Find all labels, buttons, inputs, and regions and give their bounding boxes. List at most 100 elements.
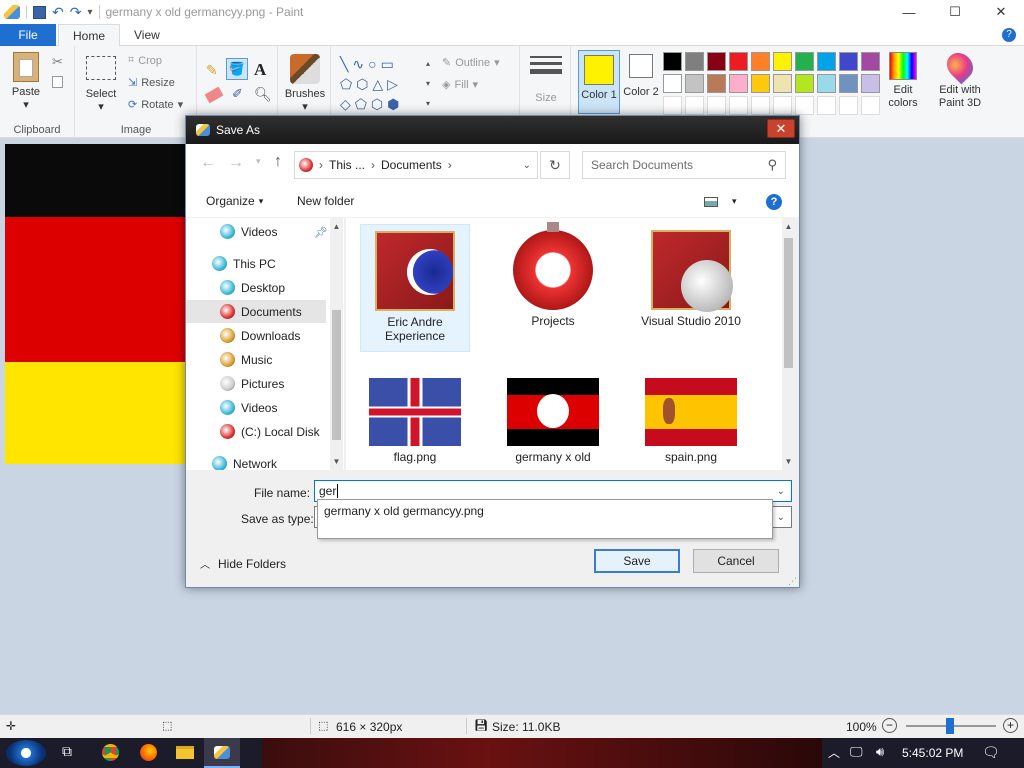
color2-button[interactable]: Color 2: [622, 54, 660, 99]
file-item-projects[interactable]: Projects: [498, 222, 608, 328]
palette-swatch[interactable]: [817, 74, 836, 93]
cancel-button[interactable]: Cancel: [693, 549, 779, 573]
palette-swatch[interactable]: [707, 52, 726, 71]
palette-swatch[interactable]: [795, 52, 814, 71]
copy-icon[interactable]: [52, 76, 63, 88]
nav-item-pictures[interactable]: Pictures: [186, 372, 330, 395]
address-dropdown-icon[interactable]: ⌄: [523, 160, 531, 171]
pin-icon[interactable]: 📌︎: [314, 226, 328, 239]
redo-icon[interactable]: ↷: [70, 4, 82, 21]
help-dialog-icon[interactable]: ?: [766, 194, 782, 210]
file-item-visual-studio[interactable]: Visual Studio 2010: [636, 224, 746, 328]
help-icon[interactable]: ?: [1002, 28, 1016, 42]
resize-grip-icon[interactable]: ⋰: [788, 576, 797, 587]
notifications-icon[interactable]: 🗨︎: [982, 744, 1000, 761]
file-item-eric-andre[interactable]: Eric Andre Experience: [360, 224, 470, 352]
nav-item-downloads[interactable]: Downloads: [186, 324, 330, 347]
paste-button[interactable]: Paste ▾: [6, 52, 46, 112]
start-button[interactable]: [6, 740, 46, 766]
nav-item-desktop[interactable]: Desktop: [186, 276, 330, 299]
shapes-scroll[interactable]: ▴ ▾ ▾: [426, 54, 430, 114]
paint-app-icon[interactable]: [4, 5, 20, 19]
palette-swatch[interactable]: [729, 96, 748, 115]
hide-folders-button[interactable]: ︿ Hide Folders: [200, 556, 286, 572]
save-icon[interactable]: [33, 5, 46, 19]
palette-swatch[interactable]: [729, 52, 748, 71]
view-options-button[interactable]: ▾: [704, 196, 737, 207]
search-input[interactable]: Search Documents ⚲: [582, 151, 786, 179]
palette-swatch[interactable]: [839, 96, 858, 115]
breadcrumb-this-pc[interactable]: This ...: [329, 158, 365, 172]
color1-button[interactable]: Color 1: [578, 50, 620, 114]
palette-swatch[interactable]: [839, 52, 858, 71]
palette-swatch[interactable]: [707, 74, 726, 93]
paint-taskbar-button[interactable]: [204, 738, 240, 768]
tab-view[interactable]: View: [120, 24, 174, 46]
resize-button[interactable]: ⇲ Resize: [128, 76, 175, 90]
show-hidden-icons[interactable]: ︿: [828, 744, 840, 761]
palette-swatch[interactable]: [751, 74, 770, 93]
nav-item-documents[interactable]: Documents: [186, 300, 326, 323]
nav-item-this-pc[interactable]: This PC: [186, 252, 330, 275]
breadcrumb-documents[interactable]: Documents: [381, 158, 442, 172]
shapes-gallery[interactable]: ╲∿○▭ ⬠⬡△▷ ◇⬠⬡⬢: [340, 54, 436, 116]
recent-locations-icon[interactable]: ▾: [256, 156, 261, 167]
chrome-icon[interactable]: [102, 744, 119, 761]
file-explorer-icon[interactable]: [176, 746, 194, 759]
outline-button[interactable]: ✎ Outline ▾: [442, 56, 500, 70]
fill-bucket-icon[interactable]: 🪣: [226, 58, 248, 80]
maximize-button[interactable]: ☐: [932, 0, 978, 24]
palette-swatch[interactable]: [751, 52, 770, 71]
palette-swatch[interactable]: [685, 96, 704, 115]
brushes-button[interactable]: Brushes ▾: [283, 54, 327, 114]
nav-scroll-thumb[interactable]: [332, 310, 341, 440]
palette-swatch[interactable]: [861, 74, 880, 93]
file-name-dropdown-icon[interactable]: ⌄: [777, 486, 785, 497]
palette-swatch[interactable]: [663, 52, 682, 71]
dialog-close-button[interactable]: ✕: [767, 119, 795, 138]
up-icon[interactable]: ↑: [274, 153, 282, 171]
zoom-slider-thumb[interactable]: [946, 718, 954, 734]
save-as-type-dropdown-icon[interactable]: ⌄: [777, 512, 785, 523]
tab-file[interactable]: File: [0, 24, 56, 46]
palette-swatch[interactable]: [773, 96, 792, 115]
back-icon[interactable]: ←: [200, 154, 216, 172]
palette-swatch[interactable]: [795, 96, 814, 115]
edit-colors-button[interactable]: Edit colors: [884, 52, 922, 110]
clock[interactable]: 5:45:02 PM: [902, 746, 963, 760]
palette-swatch[interactable]: [773, 52, 792, 71]
nav-item-network[interactable]: Network: [186, 452, 330, 470]
palette-swatch[interactable]: [707, 96, 726, 115]
color-picker-icon[interactable]: ✐: [232, 86, 243, 102]
zoom-in-icon[interactable]: +: [1003, 718, 1018, 733]
address-bar[interactable]: › This ... › Documents › ⌄: [294, 151, 538, 179]
organize-button[interactable]: Organize ▾: [206, 194, 263, 208]
rotate-button[interactable]: ⟳ Rotate ▾: [128, 98, 183, 112]
palette-swatch[interactable]: [817, 52, 836, 71]
magnifier-icon[interactable]: 🔍︎: [254, 86, 272, 103]
eraser-icon[interactable]: [204, 86, 224, 104]
save-button[interactable]: Save: [594, 549, 680, 573]
size-button[interactable]: Size: [527, 56, 565, 105]
palette-swatch[interactable]: [685, 52, 704, 71]
crop-button[interactable]: ⌗ Crop: [128, 54, 162, 67]
palette-swatch[interactable]: [751, 96, 770, 115]
palette-swatch[interactable]: [795, 74, 814, 93]
undo-icon[interactable]: ↶: [52, 4, 64, 21]
forward-icon[interactable]: →: [228, 154, 244, 172]
nav-item-videos[interactable]: Videos: [186, 396, 330, 419]
palette-swatch[interactable]: [773, 74, 792, 93]
nav-item-music[interactable]: Music: [186, 348, 330, 371]
edit-paint3d-button[interactable]: Edit with Paint 3D: [932, 47, 988, 110]
close-button[interactable]: ✕: [978, 0, 1024, 24]
palette-swatch[interactable]: [817, 96, 836, 115]
pencil-icon[interactable]: ✎: [206, 62, 218, 79]
tab-home[interactable]: Home: [58, 24, 121, 47]
file-item-flag[interactable]: flag.png: [360, 378, 470, 464]
palette-swatch[interactable]: [839, 74, 858, 93]
select-button[interactable]: Select ▾: [82, 56, 120, 114]
palette-swatch[interactable]: [861, 96, 880, 115]
nav-scrollbar[interactable]: ▲ ▼: [330, 218, 343, 470]
zoom-out-icon[interactable]: −: [882, 718, 897, 733]
new-folder-button[interactable]: New folder: [297, 194, 354, 208]
